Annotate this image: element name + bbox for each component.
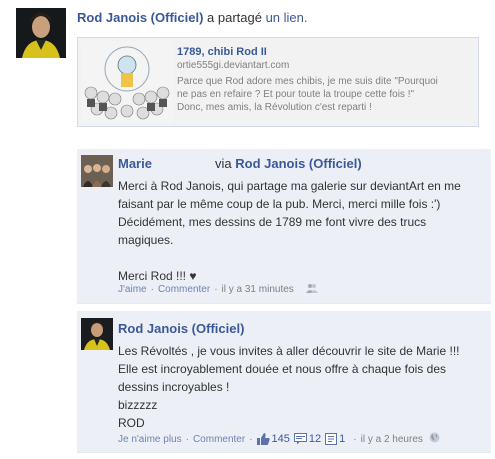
replies-count[interactable]: 12: [293, 433, 322, 445]
replies-count-value: 12: [308, 433, 322, 445]
via-word: via: [215, 156, 232, 171]
link-preview[interactable]: 1789, chibi Rod II ortie555gi.deviantart…: [77, 37, 479, 127]
link-description-line: ne pas en refaire ? Et pour toute la tro…: [177, 89, 415, 100]
comment-actions: Je n'aime plus · Commenter · 145 12 1 · …: [118, 432, 440, 446]
comment-text: Les Révoltés , je vous invites à aller d…: [118, 342, 488, 432]
likes-count[interactable]: 145: [256, 433, 290, 445]
separator-dot: ·: [185, 433, 189, 445]
people-icon: [305, 283, 318, 296]
comment-text: Merci à Rod Janois, qui partage ma galer…: [118, 177, 488, 285]
comment-timestamp[interactable]: il y a 2 heures: [361, 434, 423, 445]
comment-actions: J'aime · Commenter · il y a 31 minutes: [118, 283, 318, 296]
link-thumbnail[interactable]: [81, 41, 173, 123]
comment-timestamp[interactable]: il y a 31 minutes: [222, 284, 294, 295]
commenter-name[interactable]: Rod Janois (Officiel): [118, 321, 244, 336]
commenter-avatar[interactable]: [81, 155, 113, 187]
globe-icon: [429, 432, 440, 446]
thumbs-up-icon: [256, 433, 270, 445]
comment-item: Marie via Rod Janois (Officiel) Merci à …: [77, 149, 491, 304]
shares-count-value: 1: [339, 433, 346, 445]
post-verb: a partagé: [203, 10, 266, 25]
via-label: via Rod Janois (Officiel): [215, 156, 362, 171]
comment-line: ROD: [118, 416, 145, 430]
post-author-avatar[interactable]: [16, 8, 66, 58]
link-description-line: Donc, mes amis, la Révolution c'est repa…: [177, 102, 372, 113]
separator-dot: ·: [249, 433, 253, 445]
unlike-button[interactable]: Je n'aime plus: [118, 434, 182, 445]
comment-line: bizzzzz: [118, 398, 158, 412]
link-description-line: Parce que Rod adore mes chibis, je me su…: [177, 76, 438, 87]
comment-line: dessins incroyables !: [118, 380, 230, 394]
comment-bubble-icon: [293, 433, 307, 445]
link-title[interactable]: 1789, chibi Rod II: [177, 46, 267, 58]
link-description: Parce que Rod adore mes chibis, je me su…: [177, 75, 473, 114]
comment-line: magiques.: [118, 233, 174, 247]
shares-count[interactable]: 1: [325, 433, 345, 445]
separator-dot: ·: [353, 433, 357, 445]
comment-button[interactable]: Commenter: [193, 434, 245, 445]
separator-dot: ·: [150, 284, 154, 295]
post-author-name[interactable]: Rod Janois (Officiel): [77, 10, 203, 25]
comment-line: [118, 249, 488, 267]
separator-dot: ·: [214, 284, 218, 295]
comment-line: Décidément, mes dessins de 1789 me font …: [118, 215, 427, 229]
comment-item: Rod Janois (Officiel) Les Révoltés , je …: [77, 311, 491, 453]
commenter-avatar[interactable]: [81, 318, 113, 350]
comment-line: faisant par le même coup de la pub. Merc…: [118, 197, 441, 211]
comment-line: Les Révoltés , je vous invites à aller d…: [118, 344, 460, 358]
share-icon: [325, 433, 338, 445]
likes-count-value: 145: [271, 433, 290, 445]
comment-line: Merci à Rod Janois, qui partage ma galer…: [118, 179, 461, 193]
via-page-link[interactable]: Rod Janois (Officiel): [235, 156, 361, 171]
like-button[interactable]: J'aime: [118, 284, 147, 295]
commenter-name[interactable]: Marie: [118, 156, 152, 171]
comment-line: Elle est incroyablement douée et nous of…: [118, 362, 446, 376]
comment-button[interactable]: Commenter: [158, 284, 210, 295]
link-url: ortie555gi.deviantart.com: [177, 60, 290, 71]
post-header: Rod Janois (Officiel) a partagé un lien.: [77, 10, 307, 25]
shared-link-text[interactable]: un lien.: [266, 10, 308, 25]
